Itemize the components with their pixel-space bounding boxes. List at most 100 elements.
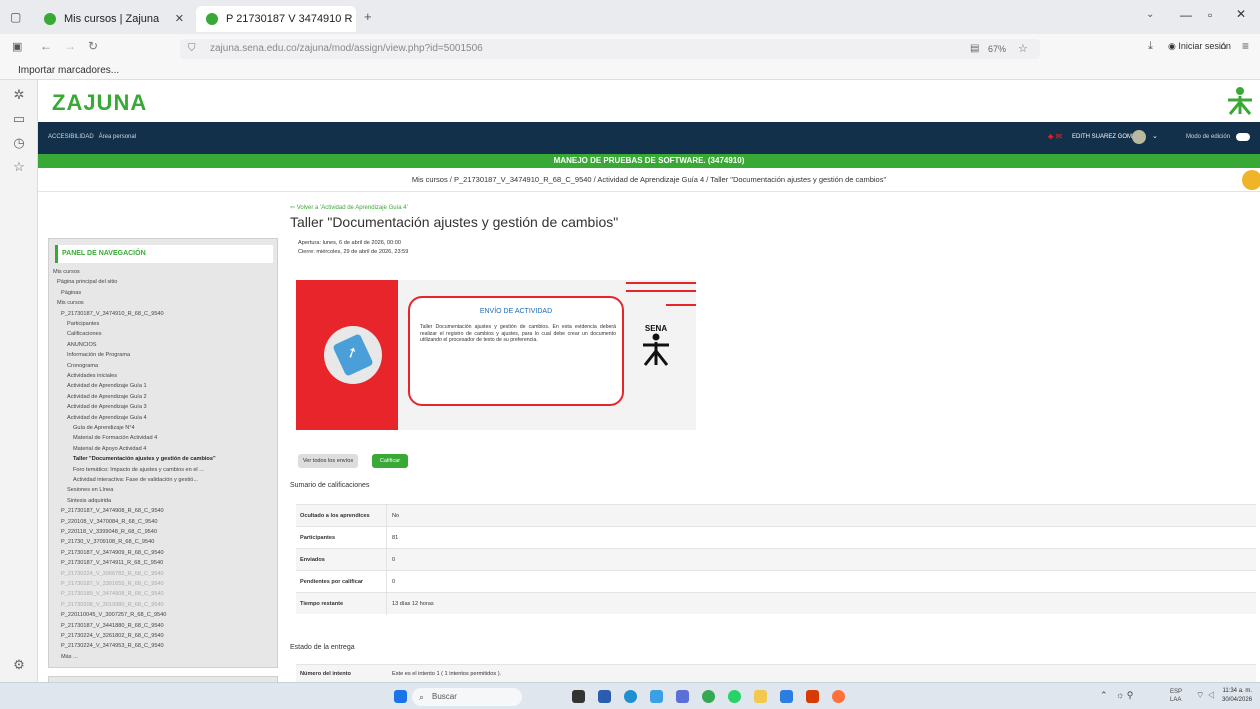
- nav-item[interactable]: Actividad de Aprendizaje Guía 1: [67, 383, 147, 390]
- nav-item[interactable]: P_220118_V_3399048_R_68_C_9540: [61, 529, 157, 536]
- extensions-icon[interactable]: ⌂: [1220, 40, 1227, 52]
- whatsapp-icon[interactable]: [728, 690, 741, 703]
- nav-item[interactable]: Actividad interactiva: Fase de validació…: [73, 477, 198, 484]
- firefox-icon[interactable]: [832, 690, 845, 703]
- nav-item[interactable]: Guía de Aprendizaje N°4: [73, 425, 135, 432]
- widgets-icon[interactable]: [598, 690, 611, 703]
- nav-item[interactable]: Cronograma: [67, 363, 98, 370]
- nav-item[interactable]: Calificaciones: [67, 331, 102, 338]
- zajuna-logo[interactable]: ZAJUNA: [52, 90, 147, 116]
- language-indicator[interactable]: ESP LAA: [1170, 688, 1188, 704]
- tray-chevron-icon[interactable]: ⌃: [1100, 690, 1108, 701]
- nav-item[interactable]: P_21730187_V_3474909_R_68_C_9540: [61, 550, 164, 557]
- nav-item[interactable]: P_21730224_V_3261802_R_68_C_9540: [61, 633, 164, 640]
- start-menu-icon[interactable]: [394, 690, 407, 703]
- breadcrumb-text[interactable]: Mis cursos / P_21730187_V_3474910_R_68_C…: [412, 175, 886, 184]
- network-volume-icons[interactable]: ⌔ ◁: [1196, 690, 1215, 701]
- nav-item[interactable]: Mis cursos: [57, 300, 84, 307]
- chrome-icon[interactable]: [702, 690, 715, 703]
- bookmark-star-icon[interactable]: ☆: [1018, 39, 1028, 59]
- nav-item[interactable]: P_21730187_V_3474910_R_68_C_9540: [61, 311, 164, 318]
- nav-item[interactable]: Más ...: [61, 654, 78, 661]
- nav-item[interactable]: Participantes: [67, 321, 99, 328]
- back-arrow-icon[interactable]: ←: [40, 39, 52, 53]
- app-icon[interactable]: [650, 690, 663, 703]
- office-icon[interactable]: [806, 690, 819, 703]
- address-bar[interactable]: ⛉ zajuna.sena.edu.co/zajuna/mod/assign/v…: [180, 39, 1040, 59]
- nav-item[interactable]: Mis cursos: [53, 269, 80, 276]
- synced-tabs-icon[interactable]: ▭: [12, 112, 26, 126]
- nav-item[interactable]: Material de Formación Actividad 4: [73, 435, 157, 442]
- drawer-toggle-icon[interactable]: [1242, 170, 1260, 190]
- status-key: Número del intento: [300, 671, 351, 677]
- nav-item[interactable]: P_21730_V_3709108_R_68_C_9540: [61, 539, 154, 546]
- edit-mode-toggle[interactable]: [1236, 133, 1250, 141]
- nav-item[interactable]: Actividad de Aprendizaje Guía 4: [67, 415, 147, 422]
- tab-list-chevron-icon[interactable]: ⌄: [1146, 9, 1154, 20]
- customize-sidebar-icon[interactable]: ⚙: [12, 658, 26, 672]
- nav-item[interactable]: P_220108_V_3470084_R_68_C_9540: [61, 519, 157, 526]
- new-tab-button[interactable]: +: [364, 9, 372, 24]
- nav-item[interactable]: Página principal del sitio: [57, 279, 117, 286]
- nav-item[interactable]: ANUNCIOS: [67, 342, 97, 349]
- grade-button[interactable]: Calificar: [372, 454, 408, 468]
- nav-item[interactable]: P_21730189_V_3474908_R_68_C_9540: [61, 591, 164, 598]
- user-name[interactable]: EDITH SUAREZ GOMEZ: [1072, 134, 1140, 140]
- submission-status-row: Número del intento Este es el intento 1 …: [296, 664, 1256, 682]
- nav-item[interactable]: P_21730187_V_3441880_R_68_C_9540: [61, 623, 164, 630]
- mail-icon[interactable]: [780, 690, 793, 703]
- nav-item[interactable]: Material de Apoyo Actividad 4: [73, 446, 146, 453]
- nav-item[interactable]: Actividad de Aprendizaje Guía 2: [67, 394, 147, 401]
- tab-overview-icon[interactable]: ▢: [10, 10, 21, 24]
- nav-item[interactable]: Sesiones en Línea: [67, 487, 113, 494]
- menu-icon[interactable]: ≡: [1242, 39, 1249, 53]
- nav-item[interactable]: P_21730224_V_3474953_R_68_C_9540: [61, 643, 164, 650]
- breadcrumb[interactable]: Mis cursos / P_21730187_V_3474910_R_68_C…: [38, 168, 1260, 192]
- tray-icons[interactable]: ☼ ⚲: [1116, 690, 1133, 701]
- tab-mis-cursos[interactable]: Mis cursos | Zajuna ✕: [34, 6, 194, 32]
- clock[interactable]: 11:34 a. m. 30/04/2026: [1222, 687, 1252, 705]
- maximize-button[interactable]: ▫: [1208, 8, 1212, 22]
- nav-item[interactable]: Actividad de Aprendizaje Guía 3: [67, 404, 147, 411]
- close-window-button[interactable]: ✕: [1236, 7, 1246, 21]
- bookmarks-icon[interactable]: ☆: [12, 160, 26, 174]
- back-link[interactable]: ⇦ Volver a 'Actividad de Aprendizaje Guí…: [290, 204, 408, 211]
- nav-item[interactable]: Sintesis adquirida: [67, 498, 111, 505]
- nav-item[interactable]: P_21730187_V_3474911_R_68_C_9540: [61, 560, 163, 567]
- reload-icon[interactable]: ↻: [88, 39, 98, 53]
- navbar-links[interactable]: ACCESIBILIDAD Área personal: [48, 134, 136, 140]
- column-divider: [386, 505, 387, 527]
- close-tab-icon[interactable]: ✕: [175, 6, 184, 32]
- user-menu-chevron-icon[interactable]: ⌄: [1152, 132, 1158, 140]
- file-explorer-icon[interactable]: [754, 690, 767, 703]
- tab-active-course[interactable]: P 21730187 V 3474910 R 68 C X: [196, 6, 356, 32]
- sidebar-toggle-icon[interactable]: ▣: [12, 40, 22, 53]
- nav-item[interactable]: Páginas: [61, 290, 81, 297]
- nav-item[interactable]: P_220110045_V_3007257_R_68_C_9540: [61, 612, 166, 619]
- nav-item[interactable]: Actividades iniciales: [67, 373, 117, 380]
- avatar[interactable]: [1132, 130, 1146, 144]
- history-icon[interactable]: ◷: [12, 136, 26, 150]
- task-view-icon[interactable]: [572, 690, 585, 703]
- nav-item[interactable]: P_21730187_V_3474908_R_68_C_9540: [61, 508, 164, 515]
- reader-view-icon[interactable]: ▤: [970, 39, 979, 59]
- nav-item[interactable]: P_21730208_V_3019980_R_68_C_9540: [61, 602, 164, 609]
- notification-icons[interactable]: ♣ ✉: [1048, 132, 1062, 141]
- store-icon[interactable]: [676, 690, 689, 703]
- ai-chat-icon[interactable]: ✲: [12, 88, 26, 102]
- nav-item[interactable]: P_21730224_V_3066782_R_68_C_9540: [61, 571, 164, 578]
- nav-item[interactable]: Información de Programa: [67, 352, 130, 359]
- forward-arrow-icon[interactable]: →: [64, 39, 76, 53]
- nav-item[interactable]: P_21730187_V_3301655_R_68_C_9540: [61, 581, 164, 588]
- sena-logo-icon: [1226, 86, 1254, 116]
- nav-item[interactable]: Taller "Documentación ajustes y gestión …: [73, 456, 216, 463]
- nav-item[interactable]: Foro temático: Impacto de ajustes y camb…: [73, 467, 204, 474]
- import-bookmarks-link[interactable]: Importar marcadores...: [18, 65, 119, 76]
- browser-side-panel: ✲ ▭ ◷ ☆ ⚙: [0, 80, 38, 682]
- minimize-button[interactable]: —: [1180, 8, 1192, 22]
- view-submissions-button[interactable]: Ver todos los envíos: [298, 454, 358, 468]
- edge-icon[interactable]: [624, 690, 637, 703]
- download-icon[interactable]: ⤓: [1148, 40, 1153, 53]
- taskbar-search-input[interactable]: ⌕ Buscar: [412, 688, 522, 706]
- zoom-level[interactable]: 67%: [988, 39, 1006, 59]
